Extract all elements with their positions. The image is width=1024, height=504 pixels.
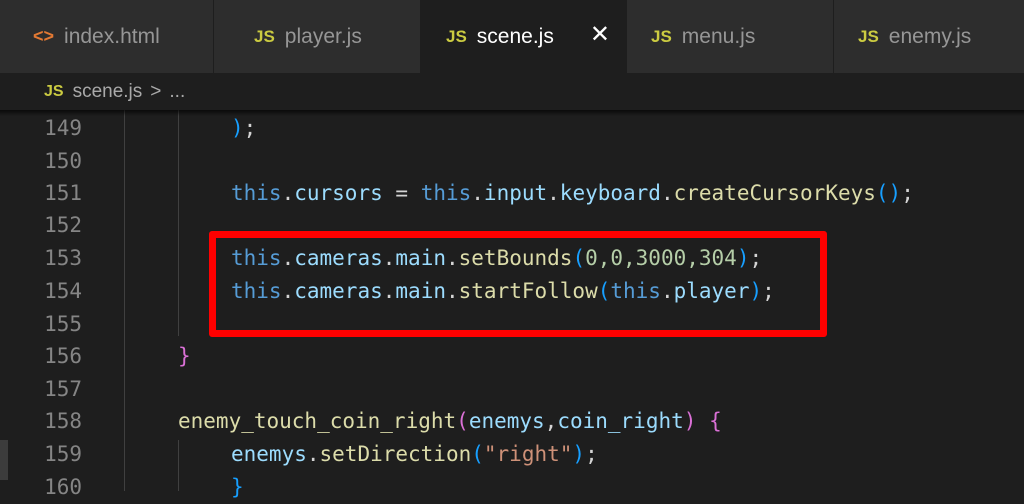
property-token: input — [483, 181, 548, 205]
tab-label: menu.js — [681, 24, 756, 48]
js-file-icon: JS — [651, 26, 672, 46]
line-number: 157 — [44, 377, 82, 401]
dot-token: . — [281, 181, 295, 205]
param-token: coin_right — [557, 409, 684, 433]
js-file-icon: JS — [44, 82, 64, 100]
chevron-right-icon: > — [150, 80, 162, 102]
line-number: 154 — [44, 279, 82, 303]
tab-menu-js[interactable]: JS menu.js — [627, 0, 834, 73]
code-text: this.cursors = this.input.keyboard.creat… — [231, 177, 914, 210]
dot-token: . — [306, 442, 320, 466]
line-number: 150 — [44, 149, 82, 173]
brace-token: } — [178, 344, 191, 368]
tab-label: player.js — [284, 24, 362, 48]
side-scroll-indicator — [0, 440, 8, 480]
comma-token: , — [544, 409, 558, 433]
paren-token: () — [875, 181, 902, 205]
code-line: 158 enemy_touch_coin_right(enemys,coin_r… — [0, 405, 1024, 438]
dot-token: . — [471, 181, 484, 205]
code-text: ); — [231, 112, 256, 145]
paren-token: ) — [683, 409, 697, 433]
dot-token: . — [660, 181, 674, 205]
editor-tab-bar: <> index.html JS player.js JS scene.js ✕… — [0, 0, 1024, 73]
paren-token: ( — [471, 442, 484, 466]
function-token: setDirection — [319, 442, 472, 466]
line-number: 158 — [44, 409, 82, 433]
line-number: 155 — [44, 312, 82, 336]
code-line: 159 enemys.setDirection("right"); — [0, 438, 1024, 471]
line-number: 152 — [44, 213, 82, 237]
paren-token: ( — [456, 409, 469, 433]
semicolon-token: ; — [901, 181, 914, 205]
tab-label: index.html — [64, 24, 160, 48]
js-file-icon: JS — [858, 26, 879, 46]
js-file-icon: JS — [446, 26, 467, 46]
line-number: 160 — [44, 475, 82, 499]
keyword-token: this — [420, 181, 472, 205]
string-token: "right" — [483, 442, 573, 466]
dot-token: . — [547, 181, 560, 205]
keyword-token: this — [231, 181, 282, 205]
code-line: 157 — [0, 373, 1024, 406]
object-token: enemys — [231, 442, 307, 466]
property-token: cursors — [294, 181, 383, 205]
param-token: enemys — [468, 409, 545, 433]
tab-label: enemy.js — [888, 24, 972, 48]
code-line: 149 ); — [0, 112, 1024, 145]
code-text: enemys.setDirection("right"); — [231, 438, 598, 471]
breadcrumb-more[interactable]: ... — [169, 81, 185, 103]
function-token: createCursorKeys — [673, 181, 876, 205]
function-token: enemy_touch_coin_right — [178, 409, 457, 433]
code-line: 150 — [0, 145, 1024, 178]
operator-token: = — [382, 181, 421, 205]
semicolon-token: ; — [585, 442, 598, 466]
breadcrumb: JS scene.js > ... — [0, 73, 1024, 110]
tab-enemy-js[interactable]: JS enemy.js — [834, 0, 1024, 73]
line-number: 151 — [44, 181, 82, 205]
property-token: keyboard — [559, 181, 661, 205]
js-file-icon: JS — [254, 26, 275, 46]
code-line: 156 } — [0, 340, 1024, 373]
tab-label: scene.js — [476, 24, 554, 48]
line-number: 159 — [44, 442, 82, 466]
line-number: 153 — [44, 246, 82, 270]
brace-token: } — [231, 475, 244, 499]
tab-scene-js[interactable]: JS scene.js ✕ — [421, 0, 627, 73]
html-file-icon: <> — [33, 26, 55, 46]
semicolon-token: ; — [243, 116, 257, 140]
tab-player-js[interactable]: JS player.js — [214, 0, 421, 73]
line-number: 149 — [44, 116, 82, 140]
scroll-shadow — [0, 110, 1024, 116]
close-icon[interactable]: ✕ — [590, 20, 610, 50]
highlight-annotation-box — [209, 231, 827, 337]
paren-token: ) — [572, 442, 586, 466]
brace-token: { — [709, 409, 722, 433]
breadcrumb-file[interactable]: scene.js — [73, 81, 143, 103]
code-text: enemy_touch_coin_right(enemys,coin_right… — [178, 405, 722, 438]
code-line: 160 } — [0, 471, 1024, 504]
paren-token: ) — [231, 116, 244, 140]
code-line: 151 this.cursors = this.input.keyboard.c… — [0, 177, 1024, 210]
line-number: 156 — [44, 344, 82, 368]
tab-index-html[interactable]: <> index.html — [0, 0, 214, 73]
